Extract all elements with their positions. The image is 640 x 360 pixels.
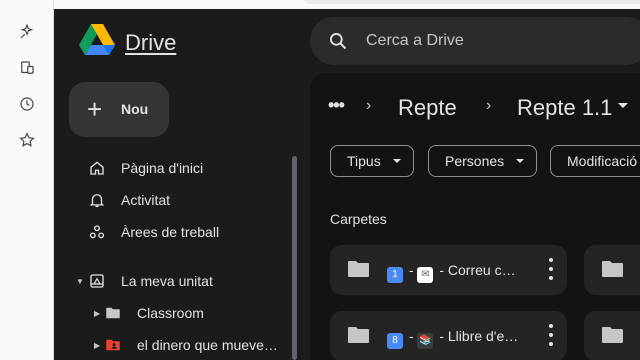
nav-item-label: La meva unitat [121,273,213,289]
folder-title: 8 - 📚 - Llibre d'e… [387,328,518,349]
section-title: Carpetes [330,211,387,227]
nav-subitem-label: el dinero que mueve… [137,337,278,353]
nav-item-home[interactable]: Pàgina d'inici [87,156,203,180]
chevron-down-icon[interactable] [618,103,628,108]
folder-dash: - [405,328,418,344]
nav-item-my-drive[interactable]: La meva unitat [87,269,213,293]
folder-name: - Correu c… [435,262,516,278]
nav-item-activity[interactable]: Activitat [87,188,170,212]
nav-subitem-label: Classroom [137,305,204,321]
new-button-label: Nou [121,101,149,117]
folder-icon [348,260,370,278]
breadcrumb-item[interactable]: Repte [398,95,457,121]
folder-card[interactable]: 1 - ✉ - Correu c… [330,245,567,295]
nav-subitem-classroom[interactable]: Classroom [103,301,204,325]
dropdown-arrow-icon [516,159,525,163]
plus-icon: + [87,94,103,124]
folder-icon [602,326,624,344]
folder-icon [103,303,123,323]
sparkle-pin-icon[interactable] [17,22,37,42]
folder-name: - Llibre d'e… [435,328,519,344]
expand-caret-icon[interactable]: ▶ [94,341,100,350]
more-options-icon[interactable] [549,258,553,280]
expand-caret-icon[interactable]: ▼ [76,277,84,286]
dropdown-arrow-icon [392,159,401,163]
chevron-right-icon: › [486,97,492,114]
device-icon[interactable] [17,58,37,78]
drive-app: Drive Cerca a Drive + Nou Pàgina d'inici… [54,9,640,360]
folder-card[interactable]: 8 - 📚 - Llibre d'e… [330,311,567,360]
expand-caret-icon[interactable]: ▶ [94,309,100,318]
folder-icon [602,260,624,278]
main-panel: ••• › Repte › Repte 1.1 Tipus Persones M… [310,73,640,360]
bell-icon [87,190,107,210]
home-icon [87,158,107,178]
filter-chip-label: Tipus [347,153,381,169]
drive-brand-link[interactable]: Drive [125,30,176,56]
keycap-8-emoji: 8 [387,333,403,349]
breadcrumb: ••• › Repte › Repte 1.1 [310,73,640,137]
my-drive-icon [87,271,107,291]
new-button[interactable]: + Nou [69,82,169,137]
nav-subitem-shared-folder[interactable]: el dinero que mueve… [103,333,278,357]
browser-tab[interactable] [304,0,640,4]
browser-top-strip [54,0,640,9]
history-icon[interactable] [17,94,37,114]
chevron-right-icon: › [366,97,372,114]
filter-chip-label: Persones [445,153,505,169]
breadcrumb-current[interactable]: Repte 1.1 [517,95,612,121]
books-emoji: 📚 [417,333,434,349]
nav-item-label: Activitat [121,192,171,208]
filter-chip-people[interactable]: Persones [428,145,538,177]
nav-item-label: Àrees de treball [121,224,220,240]
search-icon[interactable] [328,31,348,51]
shared-folder-icon [103,335,123,355]
star-icon[interactable] [17,130,37,150]
browser-side-rail [0,0,54,360]
keycap-1-emoji: 1 [387,267,403,283]
workspaces-icon [87,222,107,242]
search-bar[interactable]: Cerca a Drive [310,17,640,65]
filter-chip-label: Modificació [567,153,638,169]
folder-icon [348,326,370,344]
drive-logo-icon[interactable] [78,23,116,57]
nav-item-workspaces[interactable]: Àrees de treball [87,220,219,244]
more-options-icon[interactable] [549,324,553,346]
nav-scrollbar[interactable] [292,156,297,360]
search-input[interactable]: Cerca a Drive [366,32,464,50]
folder-card[interactable] [584,245,640,295]
envelope-emoji: ✉ [417,267,434,283]
nav-item-label: Pàgina d'inici [121,160,204,176]
folder-dash: - [405,262,418,278]
filter-chip-type[interactable]: Tipus [330,145,414,177]
filter-chip-modified[interactable]: Modificació [550,145,640,177]
folder-title: 1 - ✉ - Correu c… [387,262,516,283]
breadcrumb-more-button[interactable]: ••• [328,95,345,116]
folder-card[interactable] [584,311,640,360]
